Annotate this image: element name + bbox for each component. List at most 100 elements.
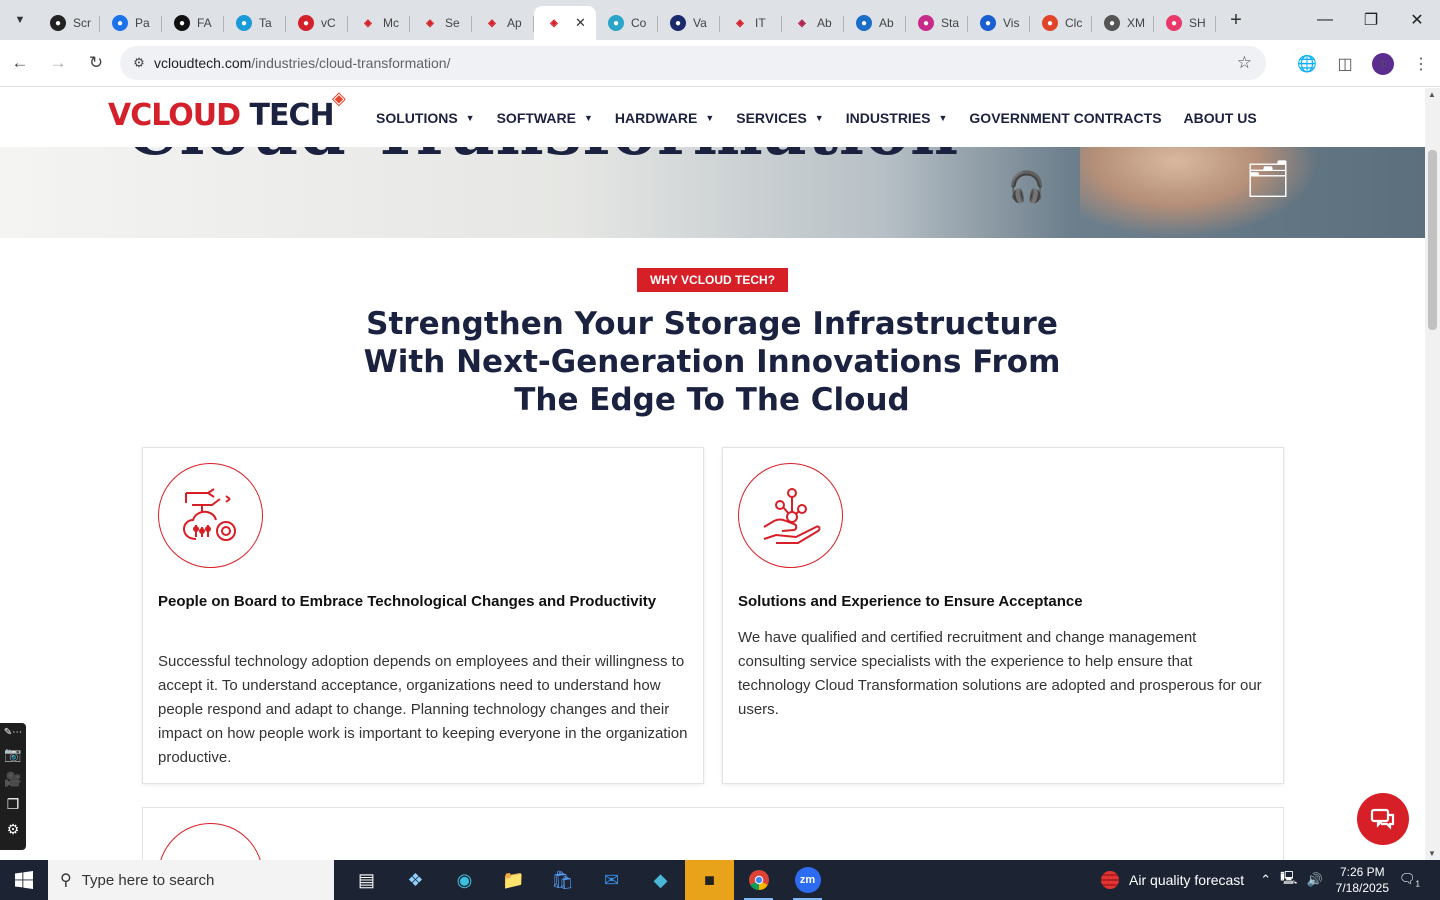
feature-icon (158, 823, 263, 860)
system-tray: Air quality forecast ⌃ 🖳 🔊 7:26 PM 7/18/2… (1101, 860, 1440, 900)
nav-item-about-us[interactable]: ABOUT US (1184, 110, 1257, 126)
sticky-notes-icon[interactable]: ■ (685, 860, 734, 900)
zoom-icon[interactable]: zm (783, 860, 832, 900)
close-tab-icon[interactable]: ✕ (575, 15, 586, 31)
browser-tab[interactable]: ● Pa (100, 7, 162, 39)
nav-label: HARDWARE (614, 110, 698, 126)
browser-tab[interactable]: ◈ Ap (472, 7, 534, 39)
browser-tab[interactable]: ● XM (1092, 7, 1154, 39)
main-navigation: SOLUTIONS ▼ SOFTWARE ▼ HARDWARE ▼ SERVICES ▼ IND… (376, 110, 1279, 126)
browser-tab[interactable]: ● FA (162, 7, 224, 39)
caret-down-icon: ▼ (814, 113, 824, 123)
pen-icon[interactable]: ✎⋯ (4, 727, 22, 738)
tab-title: Ab (879, 16, 894, 30)
browser-tab[interactable]: ◈ Mc (348, 7, 410, 39)
url-text[interactable]: vcloudtech.com/industries/cloud-transfor… (154, 55, 450, 71)
task-view-icon[interactable]: ▤ (342, 860, 391, 900)
tab-list: ● Scr ● Pa ● FA ● Ta ● vC ◈ Mc ◈ Se ◈ Ap ◈ ✕ ● Co ● Va ◈ IT ◈ Ab ●… (38, 0, 1216, 40)
nav-label: GOVERNMENT CONTRACTS (969, 110, 1162, 126)
menu-kebab-icon[interactable]: ⋮ (1402, 54, 1440, 74)
vcloud-icon: ◈ (426, 17, 434, 29)
browser-tab[interactable]: ◈ Ab (782, 7, 844, 39)
profile-avatar[interactable]: t (1372, 52, 1394, 75)
tab-title: Se (445, 16, 460, 30)
scroll-up-icon[interactable]: ▲ (1428, 90, 1436, 99)
close-window-button[interactable]: ✕ (1394, 0, 1440, 40)
vcloud-icon: ◈ (736, 17, 744, 29)
x-icon: ● (670, 15, 686, 31)
settings-icon[interactable]: ⚙ (7, 821, 20, 838)
browser-tab[interactable]: ● Scr (38, 7, 100, 39)
browser-tab[interactable]: ● Va (658, 7, 720, 39)
screen-tool-panel: ✎⋯ 📷 🎥 ❐ ⚙ (0, 723, 26, 850)
tab-active[interactable]: ◈ ✕ (534, 6, 596, 40)
section-headline: Strengthen Your Storage Infrastructure W… (363, 306, 1061, 418)
chrome-icon[interactable] (734, 860, 783, 900)
nav-item-software[interactable]: SOFTWARE ▼ (497, 110, 593, 126)
search-placeholder: Type here to search (81, 871, 215, 889)
bookmark-star-icon[interactable]: ☆ (1237, 53, 1252, 73)
tab-title: Ab (817, 16, 832, 30)
browser-tab[interactable]: ● Sta (906, 7, 968, 39)
mail-icon[interactable]: ✉ (587, 860, 636, 900)
copilot-icon[interactable]: ❖ (391, 860, 440, 900)
tab-title: Ap (507, 16, 522, 30)
taskbar-search[interactable]: ⚲ Type here to search (48, 860, 334, 900)
screen-record-icon: ● (50, 15, 66, 31)
minimize-button[interactable]: — (1302, 0, 1348, 40)
maximize-button[interactable]: ❐ (1348, 0, 1394, 40)
app-diamond-icon[interactable]: ◆ (636, 860, 685, 900)
window-icon[interactable]: ❐ (7, 796, 20, 813)
tab-title: FA (197, 16, 212, 30)
tab-title: Va (693, 16, 707, 30)
site-logo[interactable]: VCLOUD TECH ◈ (108, 88, 346, 133)
reload-button[interactable]: ↻ (78, 45, 114, 81)
windows-taskbar: ⚲ Type here to search ▤ ❖ ◉ 📁 🛍 ✉ ◆ ■ zm… (0, 860, 1440, 900)
browser-tab[interactable]: ● Vis (968, 7, 1030, 39)
browser-tab[interactable]: ◈ Se (410, 7, 472, 39)
notifications-icon[interactable]: 🗨1 (1399, 871, 1420, 889)
tab-title: Clc (1065, 16, 1083, 30)
logo-cloud-icon: ◈ (332, 88, 346, 109)
video-icon[interactable]: 🎥 (4, 771, 21, 788)
camera-icon[interactable]: 📷 (4, 746, 21, 763)
tab-title: XM (1127, 16, 1145, 30)
translate-icon[interactable]: 🌐 (1288, 54, 1326, 74)
browser-tab[interactable]: ● Co (596, 7, 658, 39)
vcloud-icon: ◈ (364, 17, 372, 29)
extensions-icon[interactable]: ◫ (1326, 54, 1364, 74)
nav-label: ABOUT US (1183, 110, 1257, 126)
browser-tab[interactable]: ● Clc (1030, 7, 1092, 39)
edge-icon[interactable]: ◉ (440, 860, 489, 900)
weather-widget[interactable]: Air quality forecast (1101, 871, 1244, 889)
clock[interactable]: 7:26 PM 7/18/2025 (1336, 864, 1389, 896)
file-explorer-icon[interactable]: 📁 (489, 860, 538, 900)
forward-button[interactable]: → (40, 45, 76, 81)
browser-tab[interactable]: ● Ta (224, 7, 286, 39)
network-icon[interactable]: 🖳 (1280, 869, 1297, 891)
nav-item-government-contracts[interactable]: GOVERNMENT CONTRACTS (969, 110, 1161, 126)
tab-search-dropdown[interactable]: ▼ (6, 6, 34, 34)
nav-item-services[interactable]: SERVICES ▼ (736, 110, 823, 126)
site-info-icon[interactable]: ⚙ (124, 55, 154, 71)
chat-button[interactable] (1357, 793, 1409, 845)
browser-tab[interactable]: ● vC (286, 7, 348, 39)
scroll-down-icon[interactable]: ▼ (1428, 849, 1436, 858)
scrollbar-thumb[interactable] (1428, 150, 1437, 330)
volume-icon[interactable]: 🔊 (1306, 872, 1322, 888)
new-tab-button[interactable]: + (1222, 6, 1250, 34)
taskbar-apps: ▤ ❖ ◉ 📁 🛍 ✉ ◆ ■ zm (342, 860, 832, 900)
address-bar[interactable]: ⚙ vcloudtech.com/industries/cloud-transf… (120, 46, 1266, 80)
nav-item-hardware[interactable]: HARDWARE ▼ (615, 110, 714, 126)
start-button[interactable] (0, 860, 48, 900)
browser-tab[interactable]: ● Ab (844, 7, 906, 39)
pulse-icon: ● (980, 15, 996, 31)
nav-item-solutions[interactable]: SOLUTIONS ▼ (376, 110, 475, 126)
browser-tab[interactable]: ● SH (1154, 7, 1216, 39)
tray-chevron-icon[interactable]: ⌃ (1260, 872, 1271, 888)
browser-tab[interactable]: ◈ IT (720, 7, 782, 39)
back-button[interactable]: ← (2, 45, 38, 81)
page-scrollbar[interactable]: ▲ ▼ (1425, 88, 1440, 860)
nav-item-industries[interactable]: INDUSTRIES ▼ (846, 110, 948, 126)
store-icon[interactable]: 🛍 (538, 860, 587, 900)
